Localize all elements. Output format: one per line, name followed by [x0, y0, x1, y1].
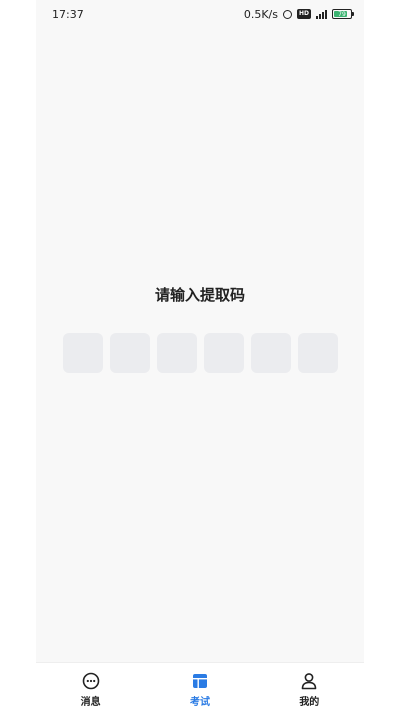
tab-label-profile: 我的	[299, 697, 320, 708]
chat-bubble-icon	[81, 671, 101, 691]
signal-icon	[316, 9, 327, 19]
battery-icon: 79	[332, 9, 354, 19]
status-bar: 17:37 0.5K/s HD 79	[36, 0, 364, 28]
bottom-tab-bar: 消息 考试 我的	[36, 662, 364, 710]
tab-messages[interactable]: 消息	[36, 663, 145, 710]
code-digit-box-3[interactable]	[157, 333, 197, 373]
extraction-code-prompt: 请输入提取码	[154, 286, 245, 304]
tab-label-exam: 考试	[189, 697, 210, 708]
tab-exam[interactable]: 考试	[145, 663, 254, 710]
code-input-group[interactable]	[63, 333, 338, 373]
code-digit-box-1[interactable]	[63, 333, 103, 373]
tab-label-messages: 消息	[80, 697, 101, 708]
tab-profile[interactable]: 我的	[255, 663, 364, 710]
exam-board-icon	[190, 671, 210, 691]
app-screen: 17:37 0.5K/s HD 79 请输入提取码 消息 考试 我的	[36, 0, 364, 710]
battery-level: 79	[338, 10, 346, 18]
code-digit-box-5[interactable]	[251, 333, 291, 373]
hd-icon: HD	[296, 9, 311, 19]
alarm-icon	[282, 9, 292, 19]
code-digit-box-2[interactable]	[110, 333, 150, 373]
status-time: 17:37	[52, 7, 84, 21]
code-digit-box-6[interactable]	[298, 333, 338, 373]
status-indicators: 0.5K/s HD 79	[243, 7, 354, 21]
person-icon	[299, 671, 319, 691]
network-speed: 0.5K/s	[243, 7, 278, 21]
code-digit-box-4[interactable]	[204, 333, 244, 373]
